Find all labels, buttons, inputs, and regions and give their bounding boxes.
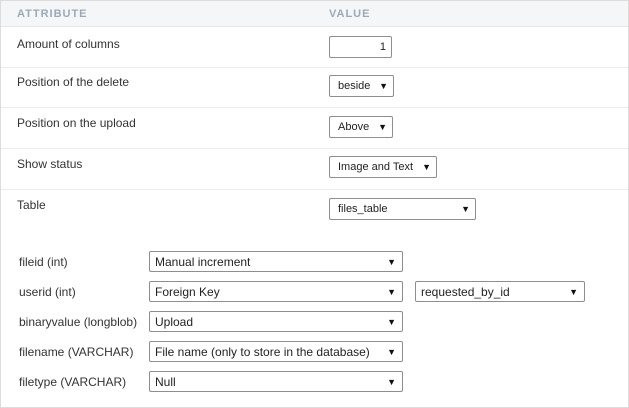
position-of-delete-select[interactable]: beside ▼ — [329, 75, 394, 97]
dropdown-arrow-icon: ▼ — [378, 122, 387, 132]
dropdown-arrow-icon: ▼ — [387, 256, 396, 267]
show-status-value: Image and Text — [338, 161, 414, 173]
userid-foreign-key-select[interactable]: requested_by_id ▼ — [415, 281, 585, 302]
userid-select[interactable]: Foreign Key ▼ — [149, 281, 403, 302]
dropdown-arrow-icon: ▼ — [387, 346, 396, 357]
dropdown-arrow-icon: ▼ — [387, 376, 396, 387]
position-on-upload-label: Position on the upload — [17, 116, 136, 130]
field-row-fileid: fileid (int) Manual increment ▼ — [1, 250, 628, 274]
dropdown-arrow-icon: ▼ — [422, 162, 431, 172]
binaryvalue-value: Upload — [155, 314, 194, 329]
table-value: files_table — [338, 203, 388, 215]
userid-label: userid (int) — [19, 285, 76, 299]
table-select[interactable]: files_table ▼ — [329, 198, 476, 220]
field-row-userid: userid (int) Foreign Key ▼ requested_by_… — [1, 280, 628, 304]
dropdown-arrow-icon: ▼ — [387, 286, 396, 297]
amount-of-columns-input[interactable]: 1 — [329, 36, 392, 58]
show-status-select[interactable]: Image and Text ▼ — [329, 156, 437, 178]
dropdown-arrow-icon: ▼ — [379, 81, 388, 91]
field-row-binaryvalue: binaryvalue (longblob) Upload ▼ — [1, 310, 628, 334]
filetype-select[interactable]: Null ▼ — [149, 371, 403, 392]
filename-label: filename (VARCHAR) — [19, 345, 134, 359]
filename-value: File name (only to store in the database… — [155, 344, 370, 359]
fileid-label: fileid (int) — [19, 255, 68, 269]
position-of-delete-label: Position of the delete — [17, 75, 130, 89]
fileid-value: Manual increment — [155, 254, 251, 269]
binaryvalue-label: binaryvalue (longblob) — [19, 315, 138, 329]
attribute-panel: ATTRIBUTE VALUE Amount of columns 1 Posi… — [0, 0, 629, 408]
row-position-on-upload: Position on the upload Above ▼ — [1, 108, 628, 149]
userid-foreign-key-value: requested_by_id — [421, 284, 510, 299]
table-header: ATTRIBUTE VALUE — [1, 1, 628, 27]
position-of-delete-value: beside — [338, 80, 371, 92]
filetype-label: filetype (VARCHAR) — [19, 375, 127, 389]
filetype-value: Null — [155, 374, 176, 389]
field-row-filename: filename (VARCHAR) File name (only to st… — [1, 340, 628, 364]
fileid-select[interactable]: Manual increment ▼ — [149, 251, 403, 272]
value-column-header: VALUE — [329, 8, 371, 20]
row-show-status: Show status Image and Text ▼ — [1, 149, 628, 190]
filename-select[interactable]: File name (only to store in the database… — [149, 341, 403, 362]
field-row-filetype: filetype (VARCHAR) Null ▼ — [1, 370, 628, 394]
amount-of-columns-label: Amount of columns — [17, 37, 120, 51]
row-amount-of-columns: Amount of columns 1 — [1, 28, 628, 68]
dropdown-arrow-icon: ▼ — [569, 286, 578, 297]
binaryvalue-select[interactable]: Upload ▼ — [149, 311, 403, 332]
position-on-upload-select[interactable]: Above ▼ — [329, 116, 393, 138]
show-status-label: Show status — [17, 157, 83, 171]
table-label: Table — [17, 198, 46, 212]
userid-value: Foreign Key — [155, 284, 220, 299]
position-on-upload-value: Above — [338, 121, 370, 133]
attribute-column-header: ATTRIBUTE — [17, 8, 88, 20]
dropdown-arrow-icon: ▼ — [387, 316, 396, 327]
row-position-of-delete: Position of the delete beside ▼ — [1, 68, 628, 108]
dropdown-arrow-icon: ▼ — [461, 204, 470, 214]
